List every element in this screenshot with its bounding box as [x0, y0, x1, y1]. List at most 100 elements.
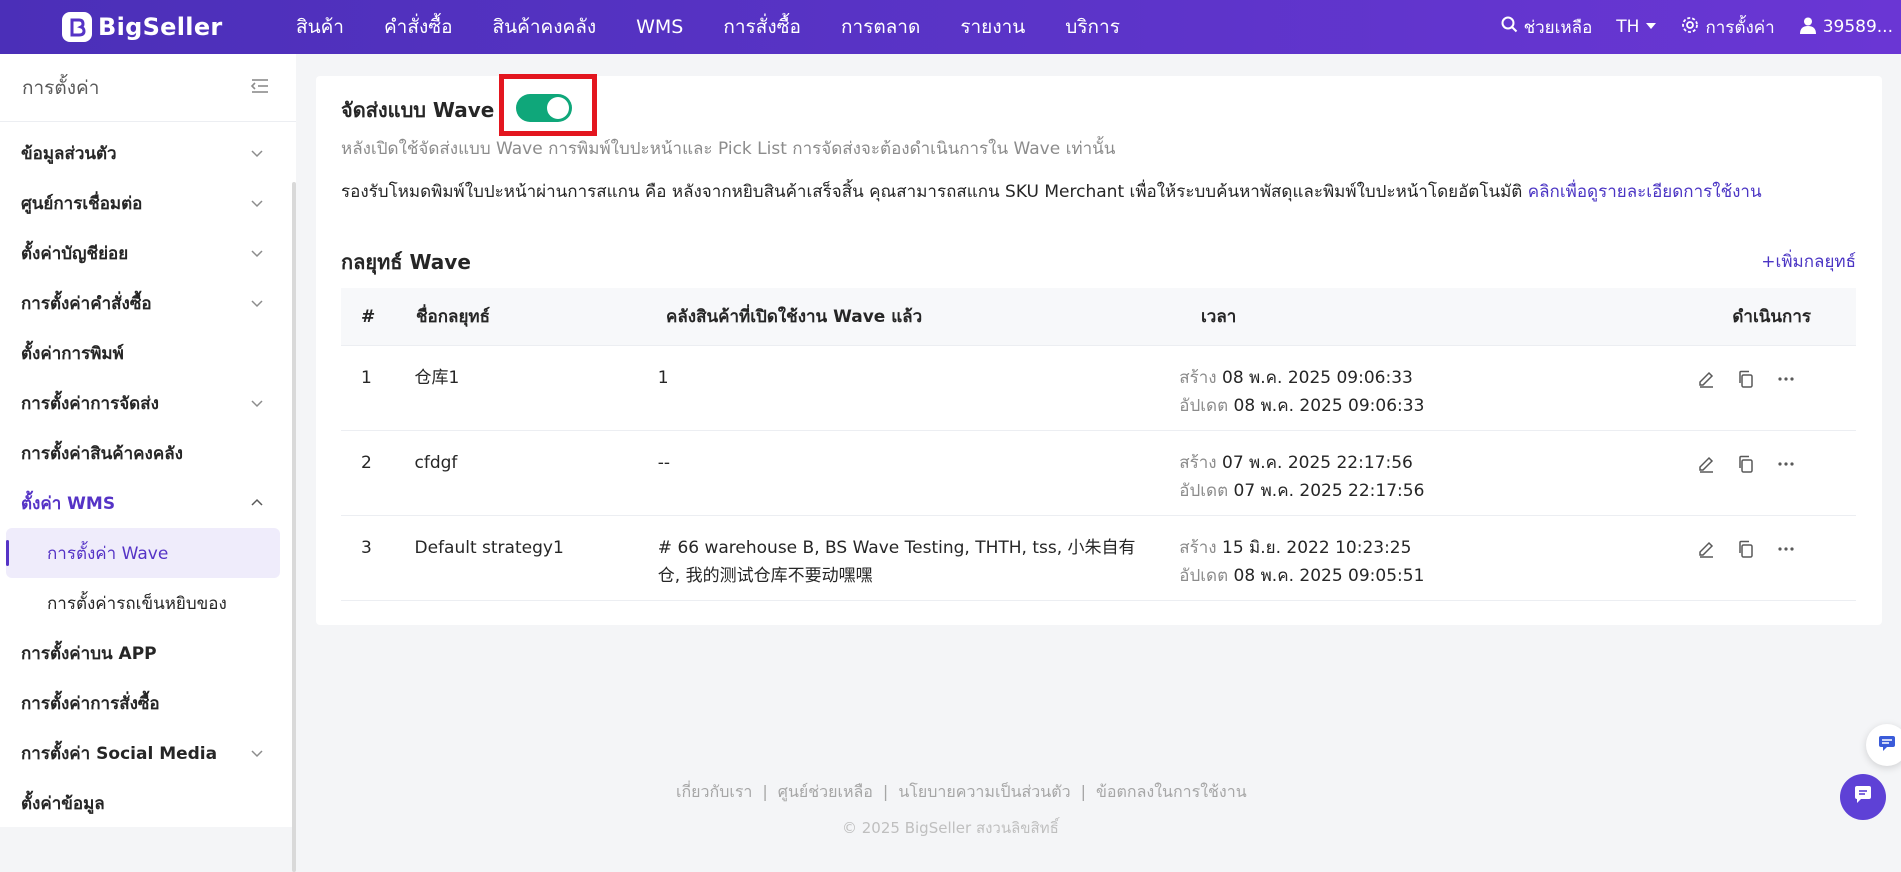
nav-item-purchase[interactable]: การสั่งซื้อ: [723, 12, 801, 42]
nav-item-orders[interactable]: คำสั่งซื้อ: [384, 12, 453, 42]
language-selector[interactable]: TH: [1616, 17, 1657, 37]
edit-icon[interactable]: [1695, 368, 1717, 390]
footer-separator: |: [762, 782, 768, 801]
sidebar-item-label: การตั้งค่าสินค้าคงคลัง: [21, 443, 183, 464]
sidebar-item-data-settings[interactable]: ตั้งค่าข้อมูล: [0, 778, 292, 828]
nav-item-wms[interactable]: WMS: [636, 16, 683, 38]
sidebar-item-label: ตั้งค่าการพิมพ์: [21, 343, 124, 364]
footer-separator: |: [882, 782, 889, 801]
table-row: 2 cfdgf -- สร้าง 07 พ.ค. 2025 22:17:56 อ…: [341, 431, 1856, 516]
created-time: 08 พ.ค. 2025 09:06:33: [1222, 368, 1413, 388]
gear-icon: [1681, 16, 1699, 39]
chevron-down-icon: [251, 250, 263, 258]
footer-link-about[interactable]: เกี่ยวกับเรา: [676, 782, 752, 801]
footer-separator: |: [1080, 782, 1086, 801]
chat-icon: [1851, 783, 1875, 811]
footer-link-privacy[interactable]: นโยบายความเป็นส่วนตัว: [898, 782, 1070, 801]
main-nav: สินค้า คำสั่งซื้อ สินค้าคงคลัง WMS การสั…: [296, 0, 1160, 54]
created-label: สร้าง: [1179, 368, 1217, 388]
chevron-down-icon: [251, 200, 263, 208]
user-menu[interactable]: 39589...: [1799, 16, 1893, 39]
column-header-time: เวลา: [1201, 307, 1237, 327]
action-icons: [1695, 346, 1811, 390]
brand-logo[interactable]: BigSeller: [62, 10, 223, 44]
settings-label: การตั้งค่า: [1705, 17, 1775, 38]
sidebar-item-label: ตั้งค่าบัญชีย่อย: [21, 243, 129, 264]
strategy-name: 仓库1: [414, 368, 460, 388]
sidebar-item-shipping-settings[interactable]: การตั้งค่าการจัดส่ง: [0, 378, 292, 428]
sidebar-item-inventory-settings[interactable]: การตั้งค่าสินค้าคงคลัง: [0, 428, 292, 478]
sidebar-scrollbar[interactable]: [292, 182, 296, 872]
nav-item-marketing[interactable]: การตลาด: [841, 12, 920, 42]
add-strategy-button[interactable]: +เพิ่มกลยุทธ์: [1761, 248, 1856, 275]
settings-sidebar: การตั้งค่า ข้อมูลส่วนตัว ศูนย์การเชื่อมต…: [0, 54, 296, 872]
footer-link-help-center[interactable]: ศูนย์ช่วยเหลือ: [778, 782, 873, 801]
nav-item-services[interactable]: บริการ: [1065, 12, 1120, 42]
sidebar-item-app-settings[interactable]: การตั้งค่าบน APP: [0, 628, 292, 678]
scan-print-text: รองรับโหมดพิมพ์ใบปะหน้าผ่านการสแกน คือ ห…: [341, 182, 1523, 202]
table-header: # ชื่อกลยุทธ์ คลังสินค้าที่เปิดใช้งาน Wa…: [341, 288, 1856, 346]
nav-item-reports[interactable]: รายงาน: [960, 12, 1025, 42]
nav-item-products[interactable]: สินค้า: [296, 12, 344, 42]
sidebar-item-personal-info[interactable]: ข้อมูลส่วนตัว: [0, 128, 292, 178]
chevron-down-icon: [251, 150, 263, 158]
sidebar-item-sub-accounts[interactable]: ตั้งค่าบัญชีย่อย: [0, 228, 292, 278]
more-icon[interactable]: [1775, 538, 1797, 560]
collapse-sidebar-icon[interactable]: [250, 78, 270, 98]
sidebar-item-print-settings[interactable]: ตั้งค่าการพิมพ์: [0, 328, 292, 378]
sidebar-item-label: การตั้งค่าบน APP: [21, 643, 157, 664]
sidebar-item-label: การตั้งค่ารถเข็นหยิบของ: [47, 593, 227, 614]
wave-shipping-toggle[interactable]: [516, 94, 572, 122]
sidebar-item-order-settings[interactable]: การตั้งค่าคำสั่งซื้อ: [0, 278, 292, 328]
toggle-knob: [547, 97, 569, 119]
sidebar-item-label: ศูนย์การเชื่อมต่อ: [21, 193, 143, 214]
strategy-section-title: กลยุทธ์ Wave: [341, 250, 471, 274]
sidebar-item-social-media-settings[interactable]: การตั้งค่า Social Media: [0, 728, 292, 778]
nav-item-inventory[interactable]: สินค้าคงคลัง: [493, 12, 597, 42]
scan-print-description: รองรับโหมดพิมพ์ใบปะหน้าผ่านการสแกน คือ ห…: [341, 178, 1762, 205]
sidebar-item-wave-settings[interactable]: การตั้งค่า Wave: [6, 528, 280, 578]
edit-icon[interactable]: [1695, 538, 1717, 560]
table-row: 1 仓库1 1 สร้าง 08 พ.ค. 2025 09:06:33 อัปเ…: [341, 346, 1856, 431]
copy-icon[interactable]: [1735, 538, 1757, 560]
time-cell: สร้าง 08 พ.ค. 2025 09:06:33 อัปเดต 08 พ.…: [1179, 346, 1695, 430]
sidebar-item-wms-settings[interactable]: ตั้งค่า WMS: [0, 478, 292, 528]
warehouse-list: 1: [657, 368, 669, 388]
usage-details-link[interactable]: คลิกเพื่อดูรายละเอียดการใช้งาน: [1528, 182, 1762, 202]
copy-icon[interactable]: [1735, 453, 1757, 475]
chevron-up-icon: [251, 498, 263, 506]
footer-links: เกี่ยวกับเรา | ศูนย์ช่วยเหลือ | นโยบายความเป…: [676, 780, 1247, 805]
sidebar-item-integration-center[interactable]: ศูนย์การเชื่อมต่อ: [0, 178, 292, 228]
more-icon[interactable]: [1775, 453, 1797, 475]
caret-down-icon: [1645, 17, 1657, 37]
created-label: สร้าง: [1179, 453, 1217, 473]
sidebar-title: การตั้งค่า: [22, 76, 100, 99]
time-cell: สร้าง 07 พ.ค. 2025 22:17:56 อัปเดต 07 พ.…: [1179, 431, 1695, 515]
edit-icon[interactable]: [1695, 453, 1717, 475]
copy-icon[interactable]: [1735, 368, 1757, 390]
column-header-name: ชื่อกลยุทธ์: [416, 307, 491, 327]
sidebar-header: การตั้งค่า: [0, 54, 296, 122]
footer-link-terms[interactable]: ข้อตกลงในการใช้งาน: [1096, 782, 1247, 801]
sidebar-item-label: ตั้งค่า WMS: [21, 493, 116, 514]
action-icons: [1695, 431, 1811, 475]
strategy-name: cfdgf: [414, 453, 458, 473]
sidebar-item-label: การตั้งค่าการสั่งซื้อ: [21, 693, 160, 714]
more-icon[interactable]: [1775, 368, 1797, 390]
strategy-name: Default strategy1: [414, 538, 564, 558]
chat-support-button[interactable]: [1840, 774, 1886, 820]
toggle-highlight-box: [499, 74, 597, 136]
updated-time: 07 พ.ค. 2025 22:17:56: [1233, 481, 1425, 501]
feedback-float-button[interactable]: [1866, 724, 1901, 766]
sidebar-item-label: การตั้งค่า Wave: [47, 543, 169, 564]
sidebar-item-purchase-settings[interactable]: การตั้งค่าการสั่งซื้อ: [0, 678, 292, 728]
help-button[interactable]: ช่วยเหลือ: [1501, 14, 1592, 41]
footer-copyright: © 2025 BigSeller สงวนลิขสิทธิ์: [842, 819, 1059, 837]
chevron-down-icon: [251, 750, 263, 758]
sidebar-item-label: ข้อมูลส่วนตัว: [21, 143, 117, 164]
warehouse-list: --: [657, 453, 671, 473]
table-row: 3 Default strategy1 # 66 warehouse B, BS…: [341, 516, 1856, 601]
sidebar-item-pick-cart-settings[interactable]: การตั้งค่ารถเข็นหยิบของ: [6, 578, 280, 628]
sidebar-item-label: การตั้งค่าคำสั่งซื้อ: [21, 293, 152, 314]
settings-button[interactable]: การตั้งค่า: [1681, 14, 1775, 41]
